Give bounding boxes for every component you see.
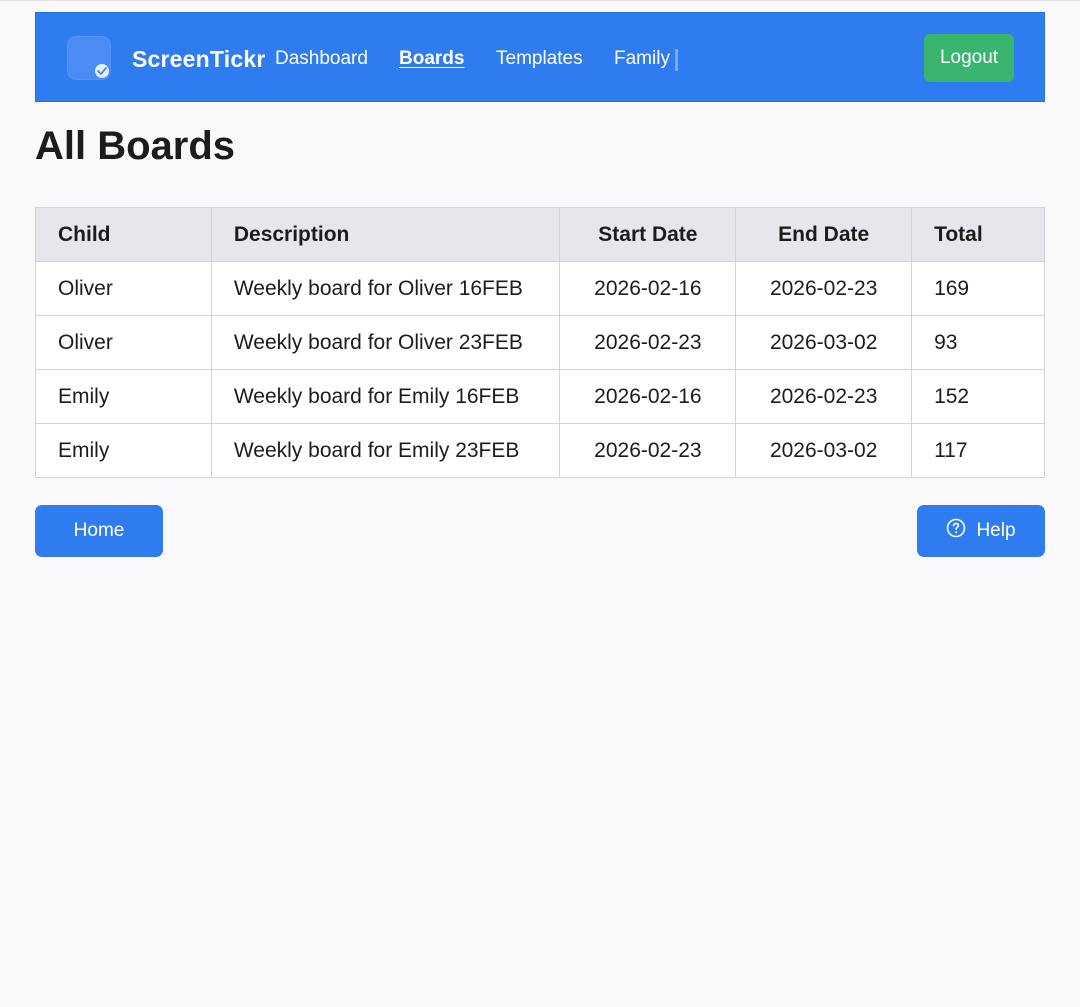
cell-start-date: 2026-02-23 bbox=[559, 423, 737, 478]
cell-start-date: 2026-02-16 bbox=[559, 261, 737, 316]
table-row[interactable]: Oliver Weekly board for Oliver 16FEB 202… bbox=[35, 261, 1045, 316]
table-row[interactable]: Emily Weekly board for Emily 16FEB 2026-… bbox=[35, 369, 1045, 424]
cell-total: 93 bbox=[911, 315, 1045, 370]
nav-link-templates[interactable]: Templates bbox=[496, 48, 583, 70]
logout-button[interactable]: Logout bbox=[924, 34, 1014, 82]
column-header-total[interactable]: Total bbox=[911, 207, 1045, 262]
help-label: Help bbox=[976, 520, 1016, 541]
nav-link-family[interactable]: Family bbox=[614, 48, 670, 70]
cell-description: Weekly board for Emily 16FEB bbox=[210, 369, 561, 424]
cell-child: Oliver bbox=[35, 261, 212, 316]
table-row[interactable]: Emily Weekly board for Emily 23FEB 2026-… bbox=[35, 423, 1045, 478]
cell-total: 117 bbox=[911, 423, 1045, 478]
table-row[interactable]: Oliver Weekly board for Oliver 23FEB 202… bbox=[35, 315, 1045, 370]
table-header-row: Child Description Start Date End Date To… bbox=[35, 207, 1045, 262]
cell-child: Emily bbox=[35, 369, 212, 424]
cell-description: Weekly board for Emily 23FEB bbox=[210, 423, 561, 478]
cell-start-date: 2026-02-16 bbox=[559, 369, 737, 424]
column-header-child[interactable]: Child bbox=[35, 207, 212, 262]
page-title: All Boards bbox=[35, 124, 236, 168]
cell-total: 169 bbox=[911, 261, 1045, 316]
cell-start-date: 2026-02-23 bbox=[559, 315, 737, 370]
home-button[interactable]: Home bbox=[35, 505, 163, 557]
cell-child: Emily bbox=[35, 423, 212, 478]
cell-total: 152 bbox=[911, 369, 1045, 424]
brand-name[interactable]: ScreenTickr bbox=[132, 46, 265, 73]
column-header-start-date[interactable]: Start Date bbox=[559, 207, 737, 262]
cell-end-date: 2026-03-02 bbox=[735, 315, 913, 370]
column-header-description[interactable]: Description bbox=[210, 207, 561, 262]
nav-link-boards[interactable]: Boards bbox=[399, 48, 464, 70]
app-logo[interactable] bbox=[67, 36, 111, 80]
cell-description: Weekly board for Oliver 23FEB bbox=[210, 315, 561, 370]
cell-end-date: 2026-02-23 bbox=[735, 261, 913, 316]
boards-table: Child Description Start Date End Date To… bbox=[35, 207, 1045, 478]
cell-end-date: 2026-02-23 bbox=[735, 369, 913, 424]
nav-overflow-fade bbox=[675, 49, 678, 71]
check-badge-icon bbox=[95, 64, 109, 78]
help-button[interactable]: Help bbox=[917, 505, 1045, 557]
navbar: ScreenTickr Dashboard Boards Templates F… bbox=[35, 12, 1045, 102]
top-divider bbox=[0, 0, 1080, 1]
column-header-end-date[interactable]: End Date bbox=[735, 207, 913, 262]
cell-end-date: 2026-03-02 bbox=[735, 423, 913, 478]
nav-link-dashboard[interactable]: Dashboard bbox=[275, 48, 368, 70]
cell-child: Oliver bbox=[35, 315, 212, 370]
cell-description: Weekly board for Oliver 16FEB bbox=[210, 261, 561, 316]
question-circle-icon bbox=[946, 518, 966, 544]
